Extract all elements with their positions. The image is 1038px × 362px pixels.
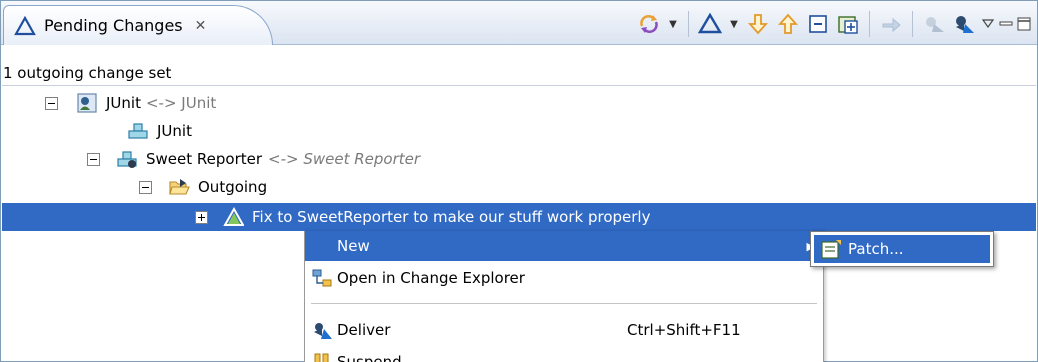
deliver-all-icon[interactable] (949, 9, 979, 39)
menu-item-label: Patch... (848, 240, 904, 258)
pending-changes-view: Pending Changes ✕ ▼ ▼ 1 outgoing change … (0, 0, 1038, 362)
menu-item-label: Deliver (337, 321, 391, 339)
collapse-up-icon[interactable] (773, 9, 803, 39)
collapse-toggle-icon[interactable] (87, 152, 100, 166)
tree-row-component[interactable]: JUnit (127, 117, 192, 145)
menu-item-label: New (337, 237, 370, 255)
toolbar-separator (912, 11, 913, 37)
patch-icon (821, 240, 841, 259)
collapse-all-icon[interactable] (803, 9, 833, 39)
filter-dropdown-icon[interactable]: ▼ (725, 9, 743, 39)
new-icon[interactable] (833, 9, 863, 39)
collapse-toggle-icon[interactable] (139, 180, 152, 194)
deliver-icon[interactable] (919, 9, 949, 39)
tab-label: Pending Changes (44, 16, 183, 35)
expand-toggle-icon[interactable] (195, 210, 208, 224)
tree-label: Sweet Reporter (146, 150, 263, 168)
view-title-bar: Pending Changes ✕ ▼ ▼ (1, 1, 1037, 45)
new-menu-icon (311, 235, 333, 257)
folder-open-icon (169, 179, 190, 195)
menu-item-deliver[interactable]: Deliver Ctrl+Shift+F11 (305, 315, 823, 345)
tree-row-component[interactable]: Sweet Reporter <-> Sweet Reporter (87, 145, 420, 173)
menu-separator (311, 303, 817, 304)
submenu-new: Patch... (810, 231, 994, 267)
view-toolbar: ▼ ▼ (634, 9, 1033, 39)
expand-down-icon[interactable] (743, 9, 773, 39)
tree-label: Outgoing (198, 178, 268, 196)
change-explorer-icon (312, 269, 332, 287)
change-set-icon (223, 206, 244, 226)
status-line: 1 outgoing change set (3, 64, 172, 82)
tree-label: Fix to SweetReporter to make our stuff w… (252, 208, 651, 226)
menu-item-patch[interactable]: Patch... (814, 235, 990, 263)
tree-row-changeset[interactable]: Fix to SweetReporter to make our stuff w… (195, 203, 650, 231)
tree-row-workspace[interactable]: JUnit <-> JUnit (45, 89, 216, 117)
menu-item-open-in-change-explorer[interactable]: Open in Change Explorer (305, 263, 823, 293)
tree-label: JUnit (106, 94, 141, 112)
menu-item-label: Suspend (337, 353, 402, 362)
toolbar-separator (688, 11, 689, 37)
suspend-icon (314, 353, 329, 362)
sync-icon[interactable] (634, 9, 664, 39)
menu-item-label: Open in Change Explorer (337, 269, 525, 287)
pending-changes-icon (14, 15, 36, 35)
sync-dropdown-icon[interactable]: ▼ (664, 9, 682, 39)
minimize-icon[interactable] (997, 9, 1015, 39)
menu-item-new[interactable]: New ▶ (305, 231, 823, 261)
tree-row-folder[interactable]: Outgoing (139, 173, 267, 201)
collapse-toggle-icon[interactable] (45, 96, 58, 110)
toolbar-separator (869, 11, 870, 37)
tree-label: JUnit (157, 122, 192, 140)
component-icon (128, 123, 148, 139)
tree-label-suffix: <-> JUnit (145, 94, 217, 112)
maximize-icon[interactable] (1015, 9, 1033, 39)
context-menu: New ▶ Open in Change Explorer Deliver Ct… (304, 231, 824, 362)
view-menu-icon[interactable] (979, 9, 997, 39)
divider (2, 85, 1036, 86)
tree-label-suffix: <-> Sweet Reporter (268, 150, 421, 168)
deliver-icon (314, 323, 332, 339)
workspace-icon (77, 93, 97, 113)
warning-filter-icon[interactable] (695, 9, 725, 39)
tab-pending-changes[interactable]: Pending Changes ✕ (3, 5, 273, 45)
close-icon[interactable]: ✕ (195, 18, 207, 34)
accept-icon[interactable] (876, 9, 906, 39)
menu-item-suspend[interactable]: Suspend (305, 347, 823, 362)
menu-item-shortcut: Ctrl+Shift+F11 (627, 321, 741, 339)
component-icon (117, 151, 137, 168)
